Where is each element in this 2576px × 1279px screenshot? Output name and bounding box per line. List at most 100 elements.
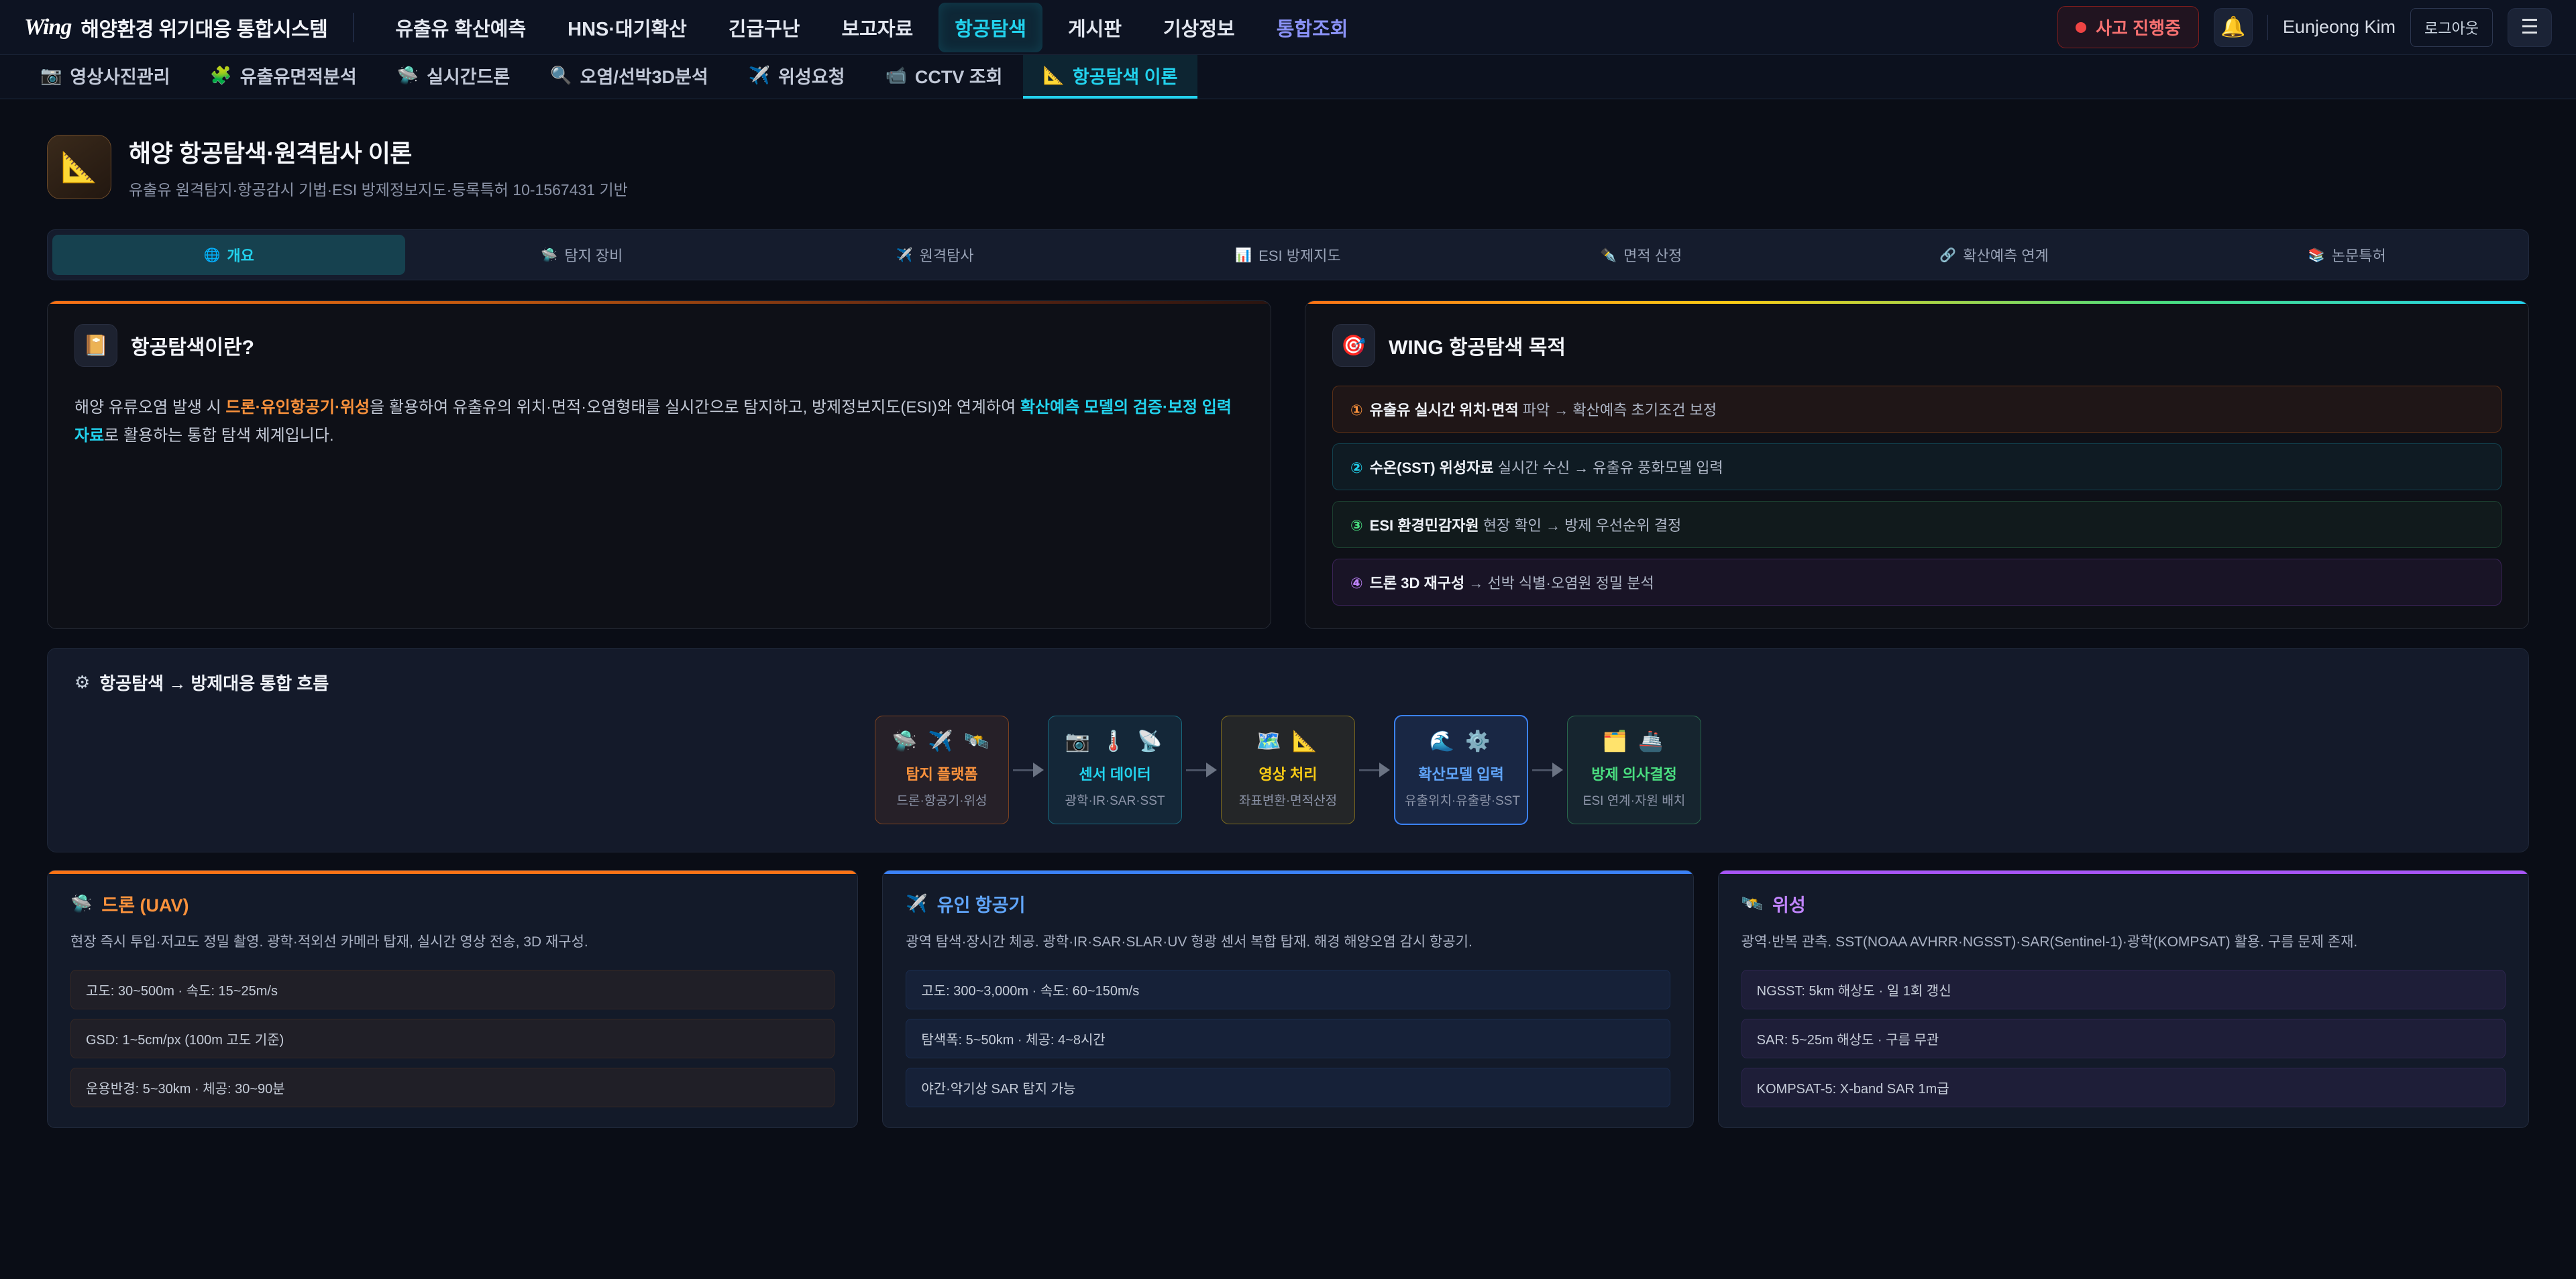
header-divider	[2267, 15, 2268, 40]
about-card-text: 해양 유류오염 발생 시 드론·유인항공기·위성을 활용하여 유출유의 위치·면…	[74, 394, 1244, 450]
subnav-item-cctv[interactable]: 📹 CCTV 조회	[865, 55, 1022, 99]
nav-item-reports[interactable]: 보고자료	[825, 3, 929, 52]
airplane-icon: ✈️	[749, 65, 770, 86]
logout-button[interactable]: 로그아웃	[2410, 8, 2493, 47]
aircraft-card-title: 유인 항공기	[937, 891, 1026, 917]
incident-dot-icon	[2076, 22, 2086, 33]
spec-row: 고도: 30~500m · 속도: 15~25m/s	[70, 970, 835, 1009]
purpose-item-4: ④드론 3D 재구성 → 선박 식별·오염원 정밀 분석	[1332, 559, 2502, 606]
tab-label: 개요	[227, 244, 254, 266]
circled-two-icon: ②	[1350, 459, 1363, 476]
aircraft-card-description: 광역 탐색·장시간 체공. 광학·IR·SAR·SLAR·UV 형광 센서 복합…	[906, 932, 1670, 954]
spec-row: KOMPSAT-5: X-band SAR 1m급	[1741, 1068, 2506, 1107]
drone-card: 🛸 드론 (UAV) 현장 즉시 투입·저고도 정밀 촬영. 광학·적외선 카메…	[47, 870, 858, 1128]
flow-section-title: ⚙ 항공탐색 → 방제대응 통합 흐름	[74, 670, 2502, 695]
satellite-icon: 🛰️	[1741, 893, 1763, 914]
tab-detection-equipment[interactable]: 🛸 탐지 장비	[405, 235, 758, 275]
subnav-item-pollution-ship-3d[interactable]: 🔍 오염/선박3D분석	[530, 55, 728, 99]
subnav-item-oil-area-analysis[interactable]: 🧩 유출유면적분석	[190, 55, 376, 99]
spec-row: 야간·악기상 SAR 탐지 가능	[906, 1068, 1670, 1107]
incident-status-badge[interactable]: 사고 진행중	[2057, 6, 2199, 48]
pen-icon: ✒️	[1600, 247, 1617, 264]
top-right-controls: 사고 진행중 🔔 Eunjeong Kim 로그아웃 ☰	[2057, 6, 2552, 48]
tab-label: 논문특허	[2332, 244, 2386, 266]
subnav-label: 위성요청	[778, 62, 845, 89]
subnav-item-satellite-request[interactable]: ✈️ 위성요청	[729, 55, 865, 99]
flow-steps-row: 🛸 ✈️ 🛰️ 탐지 플랫폼 드론·항공기·위성 📷 🌡️ 📡 센서 데이터 광…	[74, 715, 2502, 825]
tab-label: 탐지 장비	[564, 244, 623, 266]
bar-chart-icon: 📊	[1235, 247, 1252, 264]
user-name: Eunjeong Kim	[2283, 17, 2396, 38]
tab-papers-patents[interactable]: 📚 논문특허	[2171, 235, 2524, 275]
tab-prediction-linkage[interactable]: 🔗 확산예측 연계	[1817, 235, 2170, 275]
tab-area-calculation[interactable]: ✒️ 면적 산정	[1464, 235, 1817, 275]
ufo-icon: 🛸	[541, 247, 557, 264]
subnav-item-image-photo-management[interactable]: 📷 영상사진관리	[20, 55, 190, 99]
tab-remote-sensing[interactable]: ✈️ 원격탐사	[759, 235, 1112, 275]
flow-step-response-decision: 🗂️ 🚢 방제 의사결정 ESI 연계·자원 배치	[1567, 716, 1701, 824]
tab-overview[interactable]: 🌐 개요	[52, 235, 405, 275]
purpose-item-1: ①유출유 실시간 위치·면적 파악 → 확산예측 초기조건 보정	[1332, 386, 2502, 433]
purpose-list: ①유출유 실시간 위치·면적 파악 → 확산예측 초기조건 보정 ②수온(SST…	[1332, 386, 2502, 606]
satellite-card-description: 광역·반복 관측. SST(NOAA AVHRR·NGSST)·SAR(Sent…	[1741, 932, 2506, 954]
page-ruler-icon: 📐	[47, 135, 111, 199]
notebook-icon: 📔	[74, 324, 117, 367]
about-card: 📔 항공탐색이란? 해양 유류오염 발생 시 드론·유인항공기·위성을 활용하여…	[47, 300, 1271, 629]
bell-icon: 🔔	[2220, 15, 2245, 39]
books-icon: 📚	[2308, 247, 2325, 264]
satellite-card: 🛰️ 위성 광역·반복 관측. SST(NOAA AVHRR·NGSST)·SA…	[1718, 870, 2529, 1128]
purpose-card-title: WING 항공탐색 목적	[1389, 331, 1566, 360]
subnav-label: 실시간드론	[427, 62, 510, 89]
flow-step-sensor-data: 📷 🌡️ 📡 센서 데이터 광학·IR·SAR·SST	[1048, 716, 1182, 824]
globe-icon: 🌐	[203, 247, 220, 264]
spec-row: 탐색폭: 5~50km · 체공: 4~8시간	[906, 1019, 1670, 1058]
spec-row: 운용반경: 5~30km · 체공: 30~90분	[70, 1068, 835, 1107]
hamburger-menu-button[interactable]: ☰	[2508, 8, 2552, 47]
folder-ship-icons: 🗂️ 🚢	[1577, 730, 1691, 753]
brand-logo[interactable]: Wing 해양환경 위기대응 통합시스템	[24, 13, 327, 42]
nav-item-emergency-rescue[interactable]: 긴급구난	[712, 3, 816, 52]
flow-arrow-icon	[1013, 763, 1044, 777]
main-content: 📐 해양 항공탐색·원격탐사 이론 유출유 원격탐지·항공감시 기법·ESI 방…	[0, 134, 2576, 1128]
tab-esi-map[interactable]: 📊 ESI 방제지도	[1112, 235, 1464, 275]
circled-one-icon: ①	[1350, 402, 1363, 419]
page-title: 해양 항공탐색·원격탐사 이론	[129, 134, 628, 169]
subnav-item-realtime-drone[interactable]: 🛸 실시간드론	[377, 55, 531, 99]
sub-nav: 📷 영상사진관리 🧩 유출유면적분석 🛸 실시간드론 🔍 오염/선박3D분석 ✈…	[0, 55, 2576, 99]
platform-icons: 🛸 ✈️ 🛰️	[885, 730, 999, 753]
spec-row: 고도: 300~3,000m · 속도: 60~150m/s	[906, 970, 1670, 1009]
spec-row: GSD: 1~5cm/px (100m 고도 기준)	[70, 1019, 835, 1058]
drone-card-header: 🛸 드론 (UAV)	[70, 891, 835, 917]
spec-row: SAR: 5~25m 해상도 · 구름 무관	[1741, 1019, 2506, 1058]
overview-cards-row: 📔 항공탐색이란? 해양 유류오염 발생 시 드론·유인항공기·위성을 활용하여…	[47, 300, 2529, 629]
flow-arrow-icon	[1532, 763, 1563, 777]
satellite-card-title: 위성	[1772, 891, 1806, 917]
purpose-item-3: ③ESI 환경민감자원 현장 확인 → 방제 우선순위 결정	[1332, 501, 2502, 548]
flow-arrow-icon	[1359, 763, 1390, 777]
camera-icon: 📷	[40, 65, 62, 86]
purpose-item-2: ②수온(SST) 위성자료 실시간 수신 → 유출유 풍화모델 입력	[1332, 443, 2502, 490]
notification-bell-button[interactable]: 🔔	[2214, 8, 2253, 47]
drone-spec-list: 고도: 30~500m · 속도: 15~25m/s GSD: 1~5cm/px…	[70, 970, 835, 1107]
nav-item-oil-spill-prediction[interactable]: 유출유 확산예측	[379, 3, 542, 52]
circled-three-icon: ③	[1350, 517, 1363, 534]
aircraft-spec-list: 고도: 300~3,000m · 속도: 60~150m/s 탐색폭: 5~50…	[906, 970, 1670, 1107]
subnav-label: 유출유면적분석	[240, 62, 357, 89]
hamburger-icon: ☰	[2521, 15, 2539, 39]
nav-item-board[interactable]: 게시판	[1052, 3, 1138, 52]
tab-label: 면적 산정	[1623, 244, 1682, 266]
nav-item-weather-info[interactable]: 기상정보	[1147, 3, 1251, 52]
nav-item-integrated-search[interactable]: 통합조회	[1260, 3, 1364, 52]
nav-divider	[353, 13, 354, 42]
drone-card-description: 현장 즉시 투입·저고도 정밀 촬영. 광학·적외선 카메라 탑재, 실시간 영…	[70, 932, 835, 954]
platform-cards-row: 🛸 드론 (UAV) 현장 즉시 투입·저고도 정밀 촬영. 광학·적외선 카메…	[47, 870, 2529, 1128]
main-menu: 유출유 확산예측 HNS·대기확산 긴급구난 보고자료 항공탐색 게시판 기상정…	[379, 3, 2039, 52]
nav-item-hns-atmospheric[interactable]: HNS·대기확산	[551, 3, 703, 52]
map-ruler-icons: 🗺️ 📐	[1231, 730, 1345, 753]
purpose-card-header: 🎯 WING 항공탐색 목적	[1332, 324, 2502, 367]
subnav-item-aerial-search-theory[interactable]: 📐 항공탐색 이론	[1023, 55, 1198, 99]
brand-wing-wordmark: Wing	[24, 15, 71, 40]
top-nav: Wing 해양환경 위기대응 통합시스템 유출유 확산예측 HNS·대기확산 긴…	[0, 0, 2576, 55]
nav-item-aerial-search[interactable]: 항공탐색	[938, 3, 1042, 52]
gear-icon: ⚙	[74, 672, 90, 693]
